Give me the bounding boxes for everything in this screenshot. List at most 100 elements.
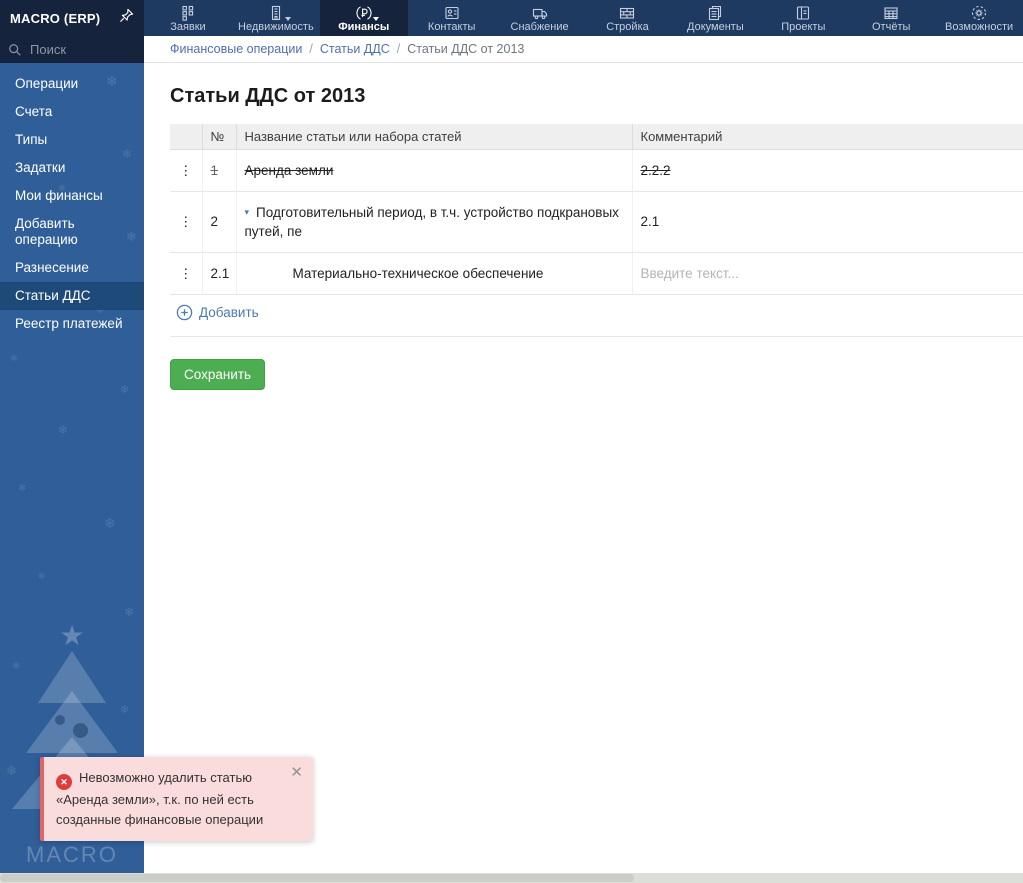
header-comment: Комментарий (632, 124, 1023, 149)
main-tabs: Заявки Недвижимость Финансы Контакты Сна… (144, 0, 1023, 36)
search-icon (8, 43, 22, 57)
tab-label: Заявки (170, 21, 206, 33)
breadcrumb-current: Статьи ДДС от 2013 (407, 42, 524, 56)
sidebar-menu: Операции Счета Типы Задатки Мои финансы … (0, 63, 144, 338)
toast-message: Невозможно удалить статью «Аренда земли»… (56, 770, 263, 827)
kebab-menu-icon[interactable]: ⋮ (170, 252, 202, 294)
snowflake-icon: ❄ (18, 483, 26, 494)
plus-circle-icon (176, 304, 193, 321)
horizontal-scrollbar[interactable] (0, 873, 1023, 883)
sidebar-item-reestr-platezhey[interactable]: Реестр платежей (0, 310, 144, 338)
sidebar-search (0, 36, 144, 63)
sidebar: Операции Счета Типы Задатки Мои финансы … (0, 63, 144, 873)
tab-dokumenty[interactable]: Документы (671, 0, 759, 36)
tab-label: Финансы (338, 21, 389, 33)
snowflake-icon: ❄ (12, 661, 20, 672)
truck-icon (532, 5, 548, 21)
scrollbar-thumb[interactable] (0, 874, 634, 882)
building-icon (268, 5, 284, 21)
collapse-caret-icon[interactable]: ▾ (245, 207, 250, 217)
tab-zayavki[interactable]: Заявки (144, 0, 232, 36)
star-icon: ★ (59, 619, 84, 652)
snowflake-icon: ❄ (120, 703, 129, 716)
sidebar-item-moi-finansy[interactable]: Мои финансы (0, 182, 144, 210)
grid-icon (180, 5, 196, 21)
breadcrumb-separator: / (309, 42, 312, 56)
tab-finansy[interactable]: Финансы (320, 0, 408, 36)
contact-card-icon (444, 5, 460, 21)
pin-icon[interactable] (119, 8, 134, 28)
ruble-icon (356, 5, 372, 21)
save-button[interactable]: Сохранить (170, 359, 265, 390)
row-number: 2.1 (202, 252, 236, 294)
kebab-menu-icon[interactable]: ⋮ (170, 191, 202, 252)
tab-nedvizhimost[interactable]: Недвижимость (232, 0, 320, 36)
bricks-icon (619, 5, 635, 21)
chevron-down-icon (373, 17, 379, 21)
snowflake-icon: ❄ (38, 571, 46, 582)
error-icon: ✕ (56, 774, 72, 790)
header-name: Название статьи или набора статей (236, 124, 632, 149)
sidebar-item-raznesenie[interactable]: Разнесение (0, 254, 144, 282)
sub-bar: Финансовые операции / Статьи ДДС / Стать… (0, 36, 1023, 63)
top-navigation-bar: MACRO (ERP) Заявки Недвижимость Финансы … (0, 0, 1023, 36)
tab-stroyka[interactable]: Стройка (584, 0, 672, 36)
tab-vozmozhnosti[interactable]: Возможности (935, 0, 1023, 36)
row-number: 2 (202, 191, 236, 252)
gear-icon (971, 5, 987, 21)
article-comment[interactable]: 2.1 (641, 214, 660, 229)
breadcrumb-link-finoperacii[interactable]: Финансовые операции (170, 42, 302, 56)
sidebar-item-tipy[interactable]: Типы (0, 126, 144, 154)
kebab-menu-icon[interactable]: ⋮ (170, 149, 202, 191)
table-header-row: № Название статьи или набора статей Комм… (170, 124, 1023, 149)
tab-snabzhenie[interactable]: Снабжение (496, 0, 584, 36)
documents-icon (707, 5, 723, 21)
tab-proekty[interactable]: Проекты (759, 0, 847, 36)
search-input[interactable] (28, 41, 136, 58)
article-name[interactable]: Аренда земли (245, 163, 334, 178)
tab-label: Документы (687, 21, 744, 33)
tab-label: Проекты (781, 21, 825, 33)
table-row: ⋮ 2 ▾Подготовительный период, в т.ч. уст… (170, 191, 1023, 252)
dds-articles-table: № Название статьи или набора статей Комм… (170, 124, 1023, 295)
snowflake-icon: ❄ (104, 515, 116, 532)
sidebar-item-operacii[interactable]: Операции (0, 70, 144, 98)
tab-label: Контакты (428, 21, 476, 33)
sidebar-item-zadatki[interactable]: Задатки (0, 154, 144, 182)
app-title: MACRO (ERP) (10, 11, 100, 26)
tab-label: Отчёты (872, 21, 910, 33)
sidebar-item-scheta[interactable]: Счета (0, 98, 144, 126)
snowflake-icon: ❄ (124, 605, 134, 619)
comment-input-placeholder[interactable]: Введите текст... (641, 266, 739, 281)
app-logo-block: MACRO (ERP) (0, 0, 144, 36)
header-num: № (202, 124, 236, 149)
snowflake-icon: ❄ (6, 763, 17, 779)
macro-watermark: MACRO (0, 842, 144, 868)
sidebar-item-stati-dds[interactable]: Статьи ДДС (0, 282, 144, 310)
report-table-icon (883, 5, 899, 21)
add-row: Добавить (170, 295, 1023, 337)
tab-otchety[interactable]: Отчёты (847, 0, 935, 36)
close-icon[interactable]: ✕ (290, 765, 303, 780)
header-actions (170, 124, 202, 149)
tab-kontakty[interactable]: Контакты (408, 0, 496, 36)
add-article-button[interactable]: Добавить (176, 304, 259, 321)
page-title: Статьи ДДС от 2013 (170, 85, 1023, 108)
tab-label: Стройка (606, 21, 649, 33)
article-name[interactable]: Подготовительный период, в т.ч. устройст… (245, 205, 619, 239)
tab-label: Снабжение (511, 21, 569, 33)
snowflake-icon: ❄ (120, 383, 129, 396)
error-toast: ✕Невозможно удалить статью «Аренда земли… (40, 757, 313, 841)
main-content: Статьи ДДС от 2013 № Название статьи или… (144, 63, 1023, 873)
add-article-label: Добавить (199, 305, 259, 320)
projects-icon (795, 5, 811, 21)
sidebar-item-dobavit-operaciyu[interactable]: Добавить операцию (0, 210, 144, 254)
article-comment[interactable]: 2.2.2 (641, 163, 671, 178)
row-number: 1 (211, 163, 219, 178)
tab-label: Возможности (945, 21, 1013, 33)
snowflake-icon: ❄ (58, 423, 68, 437)
breadcrumb-link-stati-dds[interactable]: Статьи ДДС (320, 42, 390, 56)
article-name[interactable]: Материально-техническое обеспечение (293, 266, 544, 281)
breadcrumb-separator: / (397, 42, 400, 56)
snowflake-icon: ❄ (10, 353, 18, 364)
